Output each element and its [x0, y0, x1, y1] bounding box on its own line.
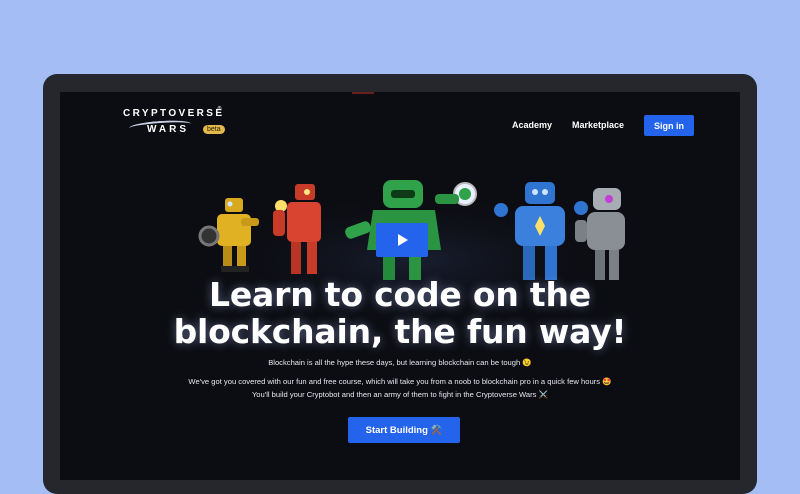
play-icon: [398, 234, 408, 246]
hero-tagline: Blockchain is all the hype these days, b…: [268, 358, 532, 367]
cryptoverse-wars-logo[interactable]: CRYPTOVERSE ® WARS beta: [123, 106, 233, 142]
start-building-button[interactable]: Start Building ⚒️: [348, 417, 460, 443]
hero-title: Learn to code on the blockchain, the fun…: [60, 276, 740, 350]
hero-description: We've got you covered with our fun and f…: [188, 377, 612, 386]
logo-wordmark-bottom: WARS: [147, 124, 189, 135]
nav-marketplace-link[interactable]: Marketplace: [572, 120, 624, 130]
website-screen: CRYPTOVERSE ® WARS beta Academy Marketpl…: [60, 92, 740, 480]
hero-title-line-2: blockchain, the fun way!: [173, 312, 627, 351]
logo-wordmark-top: CRYPTOVERSE: [123, 108, 225, 119]
video-play-button[interactable]: [376, 223, 428, 257]
hero-description-2: You'll build your Cryptobot and then an …: [251, 390, 549, 399]
nav-academy-link[interactable]: Academy: [512, 120, 552, 130]
beta-badge: beta: [203, 125, 225, 134]
screen-notch: [352, 92, 374, 94]
hero-title-line-1: Learn to code on the: [209, 275, 591, 314]
registered-mark: ®: [217, 106, 222, 112]
sign-in-button[interactable]: Sign in: [644, 115, 694, 136]
